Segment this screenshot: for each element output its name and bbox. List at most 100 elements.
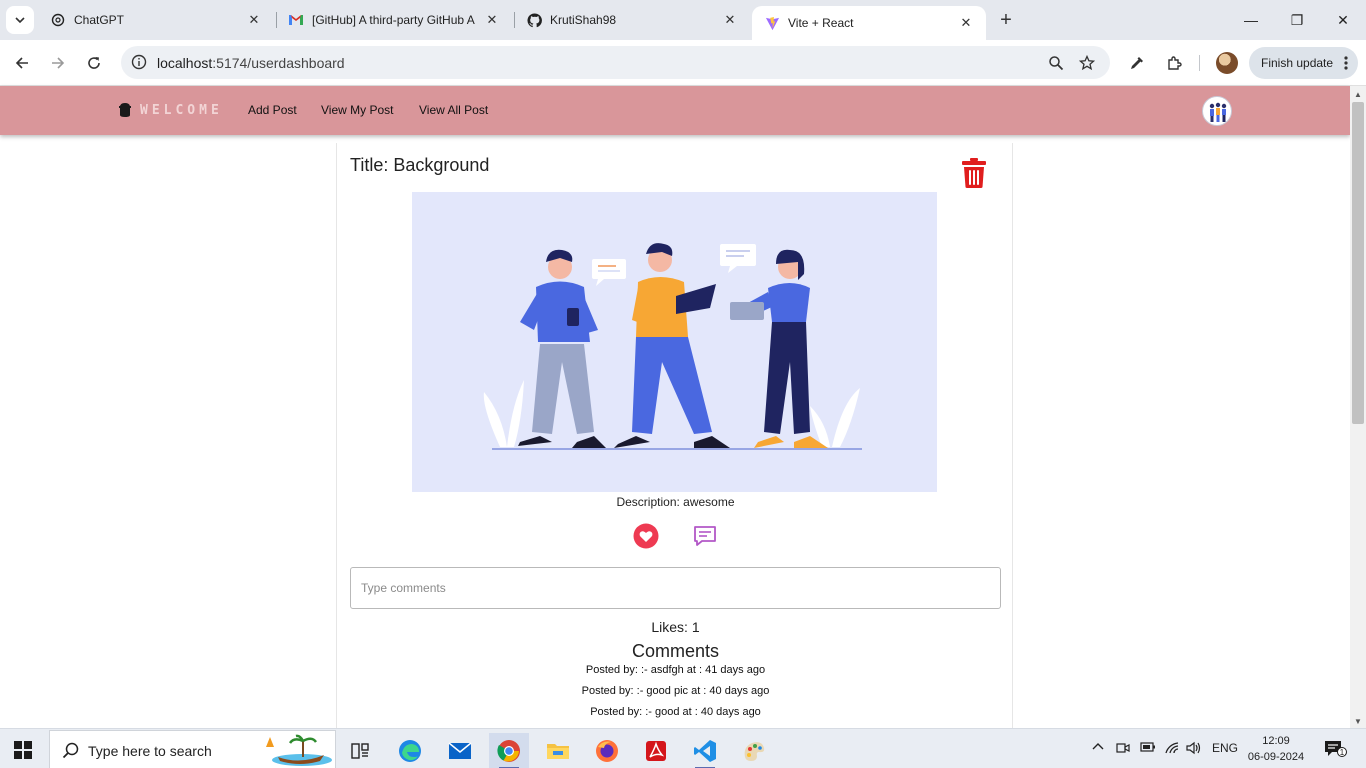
user-avatar[interactable]	[1202, 96, 1232, 126]
wifi-icon[interactable]	[1164, 741, 1180, 758]
page-scrollbar[interactable]: ▲ ▼	[1350, 86, 1366, 728]
post-image	[412, 192, 937, 492]
app-navbar: WELCOME Add Post View My Post View All P…	[0, 86, 1350, 135]
tab-label: ChatGPT	[74, 13, 125, 27]
scroll-thumb[interactable]	[1352, 102, 1364, 424]
close-icon[interactable]: ✕	[484, 12, 500, 28]
more-vert-icon	[1344, 56, 1348, 70]
mail-icon[interactable]	[440, 733, 480, 768]
tab-github-profile[interactable]: KrutiShah98 ✕	[514, 0, 750, 40]
zoom-icon	[1049, 56, 1064, 71]
brand[interactable]: WELCOME	[118, 102, 223, 118]
comment-item: Posted by: :- good at : 40 days ago	[590, 706, 761, 718]
tab-github-email[interactable]: [GitHub] A third-party GitHub A ✕	[276, 0, 512, 40]
close-icon[interactable]: ✕	[958, 15, 974, 31]
extensions-button[interactable]	[1160, 49, 1188, 77]
finish-update-button[interactable]: Finish update	[1249, 47, 1358, 79]
window-close-button[interactable]: ✕	[1320, 0, 1366, 40]
comment-icon	[694, 526, 716, 546]
nav-view-my-post[interactable]: View My Post	[321, 103, 393, 117]
like-button[interactable]	[633, 523, 659, 549]
comment-item: Posted by: :- asdfgh at : 41 days ago	[585, 664, 766, 676]
clock-time: 12:09	[1262, 735, 1290, 747]
file-explorer-icon[interactable]	[538, 733, 578, 768]
battery-icon[interactable]	[1140, 741, 1156, 756]
reload-button[interactable]	[80, 49, 108, 77]
nav-view-all-post[interactable]: View All Post	[419, 103, 488, 117]
comments-heading: Comments	[631, 641, 720, 661]
system-clock[interactable]: 12:09 06-09-2024	[1240, 733, 1312, 765]
chrome-icon[interactable]	[489, 733, 529, 768]
acrobat-icon[interactable]	[636, 733, 676, 768]
volume-icon[interactable]	[1186, 741, 1202, 758]
clock-date: 06-09-2024	[1247, 751, 1305, 763]
gmail-icon	[288, 12, 304, 28]
scroll-down-arrow-icon[interactable]: ▼	[1354, 717, 1362, 726]
tab-label: Vite + React	[788, 16, 854, 30]
tab-vite-react[interactable]: Vite + React ✕	[752, 6, 986, 40]
windows-start-icon[interactable]	[14, 741, 32, 759]
tab-label: [GitHub] A third-party GitHub A	[312, 13, 475, 27]
restore-button[interactable]: ❐	[1274, 0, 1320, 40]
minimize-button[interactable]: —	[1228, 0, 1274, 40]
notification-center-button[interactable]: 1	[1324, 740, 1347, 758]
tab-label: KrutiShah98	[550, 13, 617, 27]
language-indicator[interactable]: ENG	[1212, 741, 1238, 755]
zoom-button[interactable]	[1042, 49, 1070, 77]
taskbar-search-box[interactable]: Type here to search	[49, 730, 336, 768]
browser-tab-bar: ChatGPT ✕ [GitHub] A third-party GitHub …	[0, 0, 1366, 40]
search-placeholder: Type here to search	[88, 743, 212, 759]
firefox-icon[interactable]	[587, 733, 627, 768]
team-illustration	[412, 192, 937, 492]
comment-input[interactable]	[350, 567, 1001, 609]
new-tab-button[interactable]: +	[994, 8, 1018, 32]
url-path: :5174/userdashboard	[212, 55, 345, 71]
search-icon	[62, 742, 79, 759]
scroll-up-arrow-icon[interactable]: ▲	[1354, 90, 1362, 99]
profile-avatar[interactable]	[1216, 52, 1238, 74]
close-icon[interactable]: ✕	[722, 12, 738, 28]
vscode-icon[interactable]	[685, 733, 725, 768]
tab-chatgpt[interactable]: ChatGPT ✕	[38, 0, 274, 40]
arrow-left-icon	[15, 57, 28, 69]
brand-logo-icon	[119, 103, 131, 117]
search-highlight-art	[266, 734, 332, 766]
github-icon	[526, 12, 542, 28]
windows-taskbar: Type here to search ENG 12:09 06-09-2024…	[0, 728, 1366, 768]
puzzle-icon	[1168, 56, 1182, 70]
heart-icon	[633, 523, 659, 549]
show-hidden-icons-icon[interactable]	[1092, 741, 1104, 756]
site-info-icon[interactable]	[129, 52, 149, 72]
finish-update-label: Finish update	[1261, 56, 1334, 70]
bookmark-button[interactable]	[1073, 49, 1101, 77]
star-icon	[1079, 55, 1095, 71]
edge-icon[interactable]	[390, 733, 430, 768]
arrow-right-icon	[52, 57, 65, 69]
vite-icon	[764, 15, 780, 31]
meet-now-icon[interactable]	[1116, 741, 1130, 758]
post-title: Title: Background	[350, 155, 490, 175]
browser-toolbar: localhost:5174/userdashboard Finish upda…	[0, 40, 1366, 86]
chevron-down-icon	[15, 17, 25, 24]
comment-item: Posted by: :- good pic at : 40 days ago	[581, 685, 770, 697]
close-icon[interactable]: ✕	[246, 12, 262, 28]
brand-text: WELCOME	[140, 102, 223, 118]
delete-post-button[interactable]	[960, 157, 988, 189]
post-card: Title: Background Description: awesome T…	[336, 143, 1013, 743]
forward-button[interactable]	[44, 49, 72, 77]
task-view-icon[interactable]	[340, 733, 380, 768]
post-description: Description: awesome	[616, 495, 735, 509]
address-bar[interactable]: localhost:5174/userdashboard	[121, 46, 1110, 79]
back-button[interactable]	[8, 49, 36, 77]
paint-icon[interactable]	[734, 733, 774, 768]
trash-icon	[962, 158, 986, 188]
tab-search-button[interactable]	[6, 6, 34, 34]
url-text[interactable]: localhost:5174/userdashboard	[157, 55, 345, 71]
comment-toggle-button[interactable]	[693, 525, 717, 547]
toolbar-divider	[1199, 55, 1200, 71]
notification-count-badge: 1	[1337, 747, 1347, 757]
likes-count: Likes: 1	[651, 619, 700, 635]
url-host: localhost	[157, 55, 213, 71]
eyedropper-extension[interactable]	[1123, 49, 1151, 77]
nav-add-post[interactable]: Add Post	[248, 103, 297, 117]
